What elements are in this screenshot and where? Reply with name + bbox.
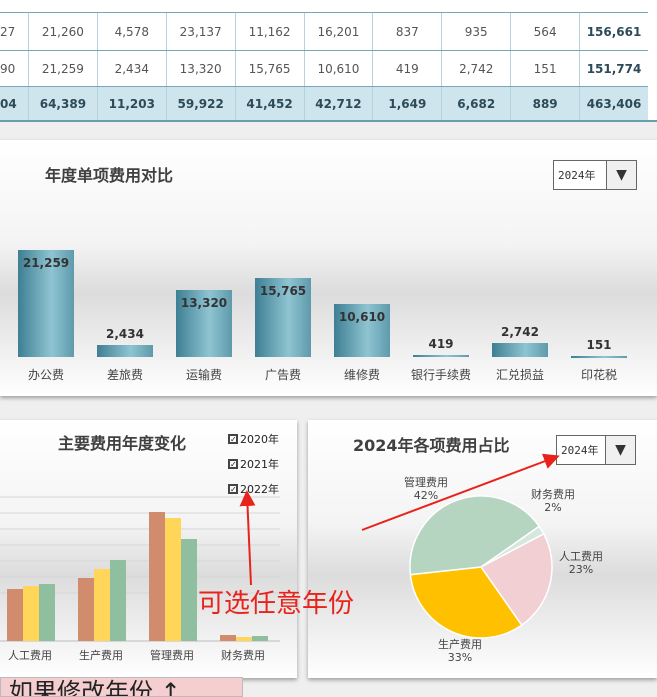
bar xyxy=(181,539,197,641)
table-cell: 59,922 xyxy=(165,87,235,120)
table-cell: 6,682 xyxy=(441,87,510,120)
table-cell: 15,765 xyxy=(234,51,304,86)
bar-value-label: 419 xyxy=(428,336,454,351)
bar xyxy=(252,636,268,641)
table-total-row: 04 64,389 11,203 59,922 41,452 42,712 1,649 6,6… xyxy=(0,86,648,120)
table-cell: 2,742 xyxy=(441,51,510,86)
table-cell: 837 xyxy=(372,13,441,50)
slice-percent-label: 33% xyxy=(448,651,472,664)
cost-share-pie-panel: 2024年各项费用占比 2024年 ▼ 财务费用 2% 人工费用 23% 生产费用 33% 管… xyxy=(308,420,657,678)
pie-chart: 财务费用2% 人工费用23% 生产费用33% 管理费用42% xyxy=(404,475,603,664)
table-cell: 21,259 xyxy=(27,51,97,86)
bar-value-label: 15,765 xyxy=(259,283,307,298)
table-cell: 13,320 xyxy=(165,51,235,86)
category-label: 办公费 xyxy=(27,368,64,382)
yearly-change-chart-panel: 主要费用年度变化 ✓ 2020年 ✓ 2021年 ✓ 2022年 人工费用 生产费用 管理费用… xyxy=(0,420,297,678)
table-cell: 16,201 xyxy=(303,13,373,50)
table-cell: 4,578 xyxy=(96,13,166,50)
chart-title: 年度单项费用对比 xyxy=(45,166,174,185)
category-label: 印花税 xyxy=(580,368,617,382)
slice-name-label: 人工费用 xyxy=(559,550,603,563)
annotation-text: 可选任意年份 xyxy=(198,589,355,619)
category-label: 广告费 xyxy=(264,368,301,382)
category-label: 银行手续费 xyxy=(410,368,471,382)
bar xyxy=(571,356,627,359)
table-cell: 04 xyxy=(0,96,17,111)
table-row: 90 21,259 2,434 13,320 15,765 10,610 419 2,742 1… xyxy=(0,50,648,86)
slice-name-label: 管理费用 xyxy=(404,475,448,489)
bar xyxy=(7,589,23,641)
table-cell: 564 xyxy=(510,13,579,50)
year-dropdown[interactable]: 2024年 ▼ xyxy=(553,160,637,190)
table-cell: 42,712 xyxy=(303,87,373,120)
bar-value-label: 10,610 xyxy=(338,309,386,324)
table-cell: 27 xyxy=(0,24,16,39)
table-cell: 151,774 xyxy=(579,51,648,86)
bar xyxy=(39,584,55,641)
summary-table: 27 21,260 4,578 23,137 11,162 16,201 837 935 564… xyxy=(0,0,657,122)
slice-percent-label: 23% xyxy=(569,563,593,576)
bar-value-label: 2,434 xyxy=(106,326,144,341)
chevron-down-icon[interactable]: ▼ xyxy=(606,161,636,189)
category-label: 人工费用 xyxy=(8,649,52,662)
bar xyxy=(220,635,236,641)
slice-name-label: 财务费用 xyxy=(531,487,575,501)
bar-value-label: 13,320 xyxy=(180,295,228,310)
grouped-bar-chart: 人工费用 生产费用 管理费用 财务费用 xyxy=(0,496,280,662)
table-cell: 156,661 xyxy=(579,13,648,50)
category-label: 汇兑损益 xyxy=(495,368,544,382)
table-cell: 90 xyxy=(0,61,16,76)
table-cell: 2,434 xyxy=(96,51,166,86)
bar xyxy=(236,637,252,641)
table-cell: 41,452 xyxy=(234,87,304,120)
table-cell: 64,389 xyxy=(27,87,97,120)
bar xyxy=(149,512,165,641)
year-value: 2024年 xyxy=(558,169,596,182)
table-cell: 935 xyxy=(441,13,510,50)
table-cell: 419 xyxy=(372,51,441,86)
bar xyxy=(97,344,153,357)
table-cell: 463,406 xyxy=(579,87,648,120)
table-cell: 23,137 xyxy=(165,13,235,50)
bar xyxy=(165,518,181,641)
bar xyxy=(23,586,39,641)
bar xyxy=(78,578,94,641)
table-cell: 10,610 xyxy=(303,51,373,86)
table-cell: 11,162 xyxy=(234,13,304,50)
slice-name-label: 生产费用 xyxy=(438,637,482,651)
bar-value-label: 151 xyxy=(586,338,612,353)
table-row: 27 21,260 4,578 23,137 11,162 16,201 837 935 564… xyxy=(0,12,648,50)
category-label: 运输费 xyxy=(185,368,222,382)
table-cell: 151 xyxy=(510,51,579,86)
bar-value-label: 2,742 xyxy=(501,325,539,340)
slice-percent-label: 42% xyxy=(414,489,438,502)
category-label: 差旅费 xyxy=(106,368,143,382)
bar-value-label: 21,259 xyxy=(22,256,70,270)
table-cell: 21,260 xyxy=(27,13,97,50)
note-box: 如果修改年份 ↑ xyxy=(0,677,243,697)
bar xyxy=(492,343,548,357)
table-cell: 889 xyxy=(510,87,579,120)
category-label: 管理费用 xyxy=(150,648,194,662)
annual-item-chart-panel: 年度单项费用对比 2024年 ▼ 21,259 办公费 2,434 差旅费 13,320 运… xyxy=(0,140,657,396)
category-label: 财务费用 xyxy=(221,648,265,662)
bar xyxy=(413,354,469,357)
bar xyxy=(94,569,110,641)
category-label: 维修费 xyxy=(343,368,380,382)
category-label: 生产费用 xyxy=(79,648,123,662)
slice-percent-label: 2% xyxy=(544,501,561,514)
table-cell: 11,203 xyxy=(96,87,166,120)
bar xyxy=(110,560,126,641)
table-cell: 1,649 xyxy=(372,87,441,120)
